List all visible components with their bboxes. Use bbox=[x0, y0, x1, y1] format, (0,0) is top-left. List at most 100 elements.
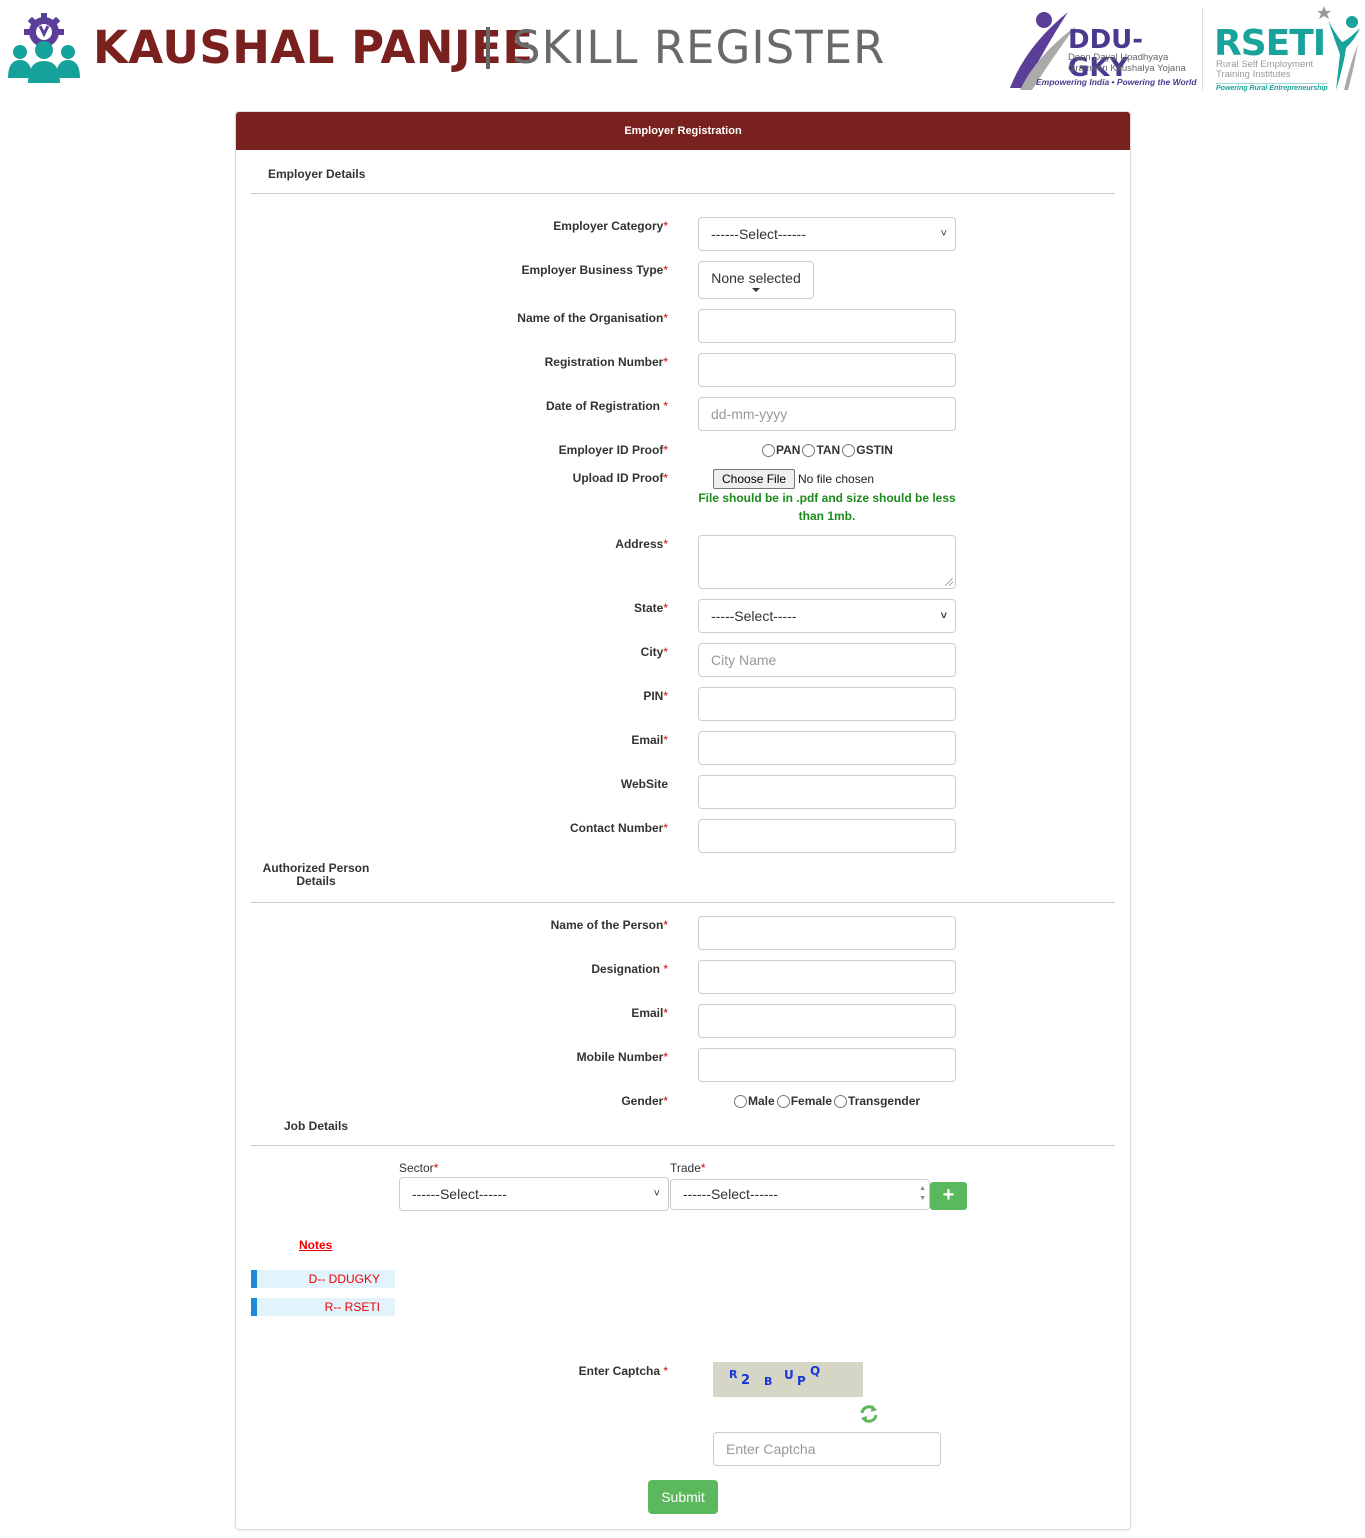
notes-title: Notes bbox=[299, 1238, 333, 1252]
radio-transgender[interactable] bbox=[834, 1094, 848, 1108]
radio-label-pan: PAN bbox=[776, 443, 801, 457]
label-gender: Gender* bbox=[621, 1094, 668, 1108]
label-person-name: Name of the Person* bbox=[550, 918, 668, 932]
rseti-tagline: Powering Rural Entrepreneurship bbox=[1216, 83, 1328, 92]
trade-select[interactable]: ------Select------ ▲ ▼ bbox=[670, 1179, 930, 1210]
pin-input[interactable] bbox=[698, 687, 956, 721]
label-state: State* bbox=[633, 601, 668, 615]
employer-category-select[interactable]: ------Select------ ˅ bbox=[698, 217, 956, 251]
label-mobile-number: Mobile Number* bbox=[576, 1050, 668, 1064]
section-divider bbox=[251, 1145, 1115, 1146]
label-email: Email* bbox=[631, 733, 668, 747]
captcha-char: 2 bbox=[741, 1373, 751, 1388]
add-trade-button[interactable]: + bbox=[930, 1182, 967, 1210]
label-pin: PIN* bbox=[643, 689, 668, 703]
label-upload-id-proof: Upload ID Proof* bbox=[572, 471, 668, 485]
org-name-input[interactable] bbox=[698, 309, 956, 343]
ddugky-line1: Deen Dayal Upadhyaya bbox=[1068, 52, 1169, 63]
note-item: D-- DDUGKY bbox=[251, 1270, 395, 1288]
person-name-input[interactable] bbox=[698, 916, 956, 950]
radio-label-male: Male bbox=[748, 1094, 775, 1108]
captcha-char: Q bbox=[810, 1364, 821, 1378]
rseti-figure-icon bbox=[1318, 6, 1360, 90]
rseti-logo: RSETI Rural Self Employment Training Ins… bbox=[1212, 4, 1362, 94]
gender-radio-group: Male Female Transgender bbox=[732, 1094, 920, 1108]
reg-number-input[interactable] bbox=[698, 353, 956, 387]
captcha-char: B bbox=[764, 1375, 773, 1388]
label-contact-number: Contact Number* bbox=[569, 821, 668, 835]
email-input[interactable] bbox=[698, 731, 956, 765]
rseti-line2: Training Institutes bbox=[1216, 69, 1291, 80]
label-reg-number: Registration Number* bbox=[544, 355, 668, 369]
resize-handle-icon[interactable] bbox=[945, 578, 953, 586]
label-city: City* bbox=[640, 645, 668, 659]
kaushal-panjee-logo-icon bbox=[8, 13, 80, 83]
logo-divider bbox=[1202, 8, 1203, 90]
section-authorized-person: Authorized Person Details bbox=[262, 861, 370, 888]
label-captcha: Enter Captcha * bbox=[578, 1364, 668, 1378]
contact-number-input[interactable] bbox=[698, 819, 956, 853]
caret-down-icon bbox=[752, 288, 760, 292]
label-trade: Trade* bbox=[670, 1161, 706, 1175]
person-email-input[interactable] bbox=[698, 1004, 956, 1038]
website-input[interactable] bbox=[698, 775, 956, 809]
radio-label-gstin: GSTIN bbox=[856, 443, 893, 457]
registration-panel: Employer Registration bbox=[235, 111, 1131, 1530]
captcha-image: R 2 B U P Q bbox=[713, 1362, 863, 1397]
captcha-char: R bbox=[729, 1368, 738, 1381]
radio-male[interactable] bbox=[734, 1094, 747, 1108]
section-divider bbox=[251, 193, 1115, 194]
captcha-char: P bbox=[797, 1374, 806, 1388]
label-website: WebSite bbox=[620, 777, 668, 791]
label-reg-date: Date of Registration * bbox=[545, 399, 668, 413]
chevron-down-icon: ˅ bbox=[653, 1188, 660, 1200]
radio-label-transgender: Transgender bbox=[848, 1094, 921, 1108]
ddugky-line2: Grameen Kaushalya Yojana bbox=[1068, 63, 1186, 74]
label-org-name: Name of the Organisation* bbox=[517, 311, 668, 325]
brand-divider bbox=[486, 27, 490, 69]
city-input[interactable]: City Name bbox=[698, 643, 956, 677]
radio-gstin[interactable] bbox=[842, 443, 856, 457]
radio-label-tan: TAN bbox=[816, 443, 841, 457]
radio-tan[interactable] bbox=[802, 443, 816, 457]
section-employer-details: Employer Details bbox=[268, 167, 366, 181]
chevron-down-icon: ˅ bbox=[940, 228, 947, 240]
rseti-title: RSETI bbox=[1214, 23, 1326, 64]
brand-title: KAUSHAL PANJEE bbox=[93, 21, 534, 74]
sector-select[interactable]: ------Select------ ˅ bbox=[399, 1177, 669, 1211]
radio-pan[interactable] bbox=[762, 443, 775, 457]
business-type-multiselect[interactable]: None selected bbox=[698, 261, 814, 299]
mobile-number-input[interactable] bbox=[698, 1048, 956, 1082]
captcha-input[interactable]: Enter Captcha bbox=[713, 1432, 941, 1466]
section-divider bbox=[251, 902, 1115, 903]
label-business-type: Employer Business Type* bbox=[521, 263, 669, 277]
file-status: No file chosen bbox=[798, 472, 875, 486]
label-designation: Designation * bbox=[591, 962, 668, 976]
scroll-arrows-icon[interactable]: ▲ ▼ bbox=[919, 1184, 926, 1204]
state-select[interactable]: -----Select----- ˅ bbox=[698, 599, 956, 633]
submit-button[interactable]: Submit bbox=[648, 1480, 718, 1514]
choose-file-button[interactable]: Choose File bbox=[713, 469, 796, 489]
chevron-down-icon: ˅ bbox=[940, 610, 947, 622]
captcha-char: U bbox=[784, 1368, 794, 1382]
reg-date-input[interactable]: dd-mm-yyyy bbox=[698, 397, 956, 431]
label-address: Address* bbox=[615, 537, 668, 551]
label-id-proof: Employer ID Proof* bbox=[558, 443, 668, 457]
radio-female[interactable] bbox=[776, 1094, 790, 1108]
panel-title: Employer Registration bbox=[236, 112, 1130, 150]
radio-label-female: Female bbox=[790, 1094, 833, 1108]
file-hint: File should be in .pdf and size should b… bbox=[698, 491, 956, 523]
label-person-email: Email* bbox=[631, 1006, 668, 1020]
refresh-captcha-icon[interactable] bbox=[858, 1403, 880, 1425]
label-employer-category: Employer Category* bbox=[553, 219, 668, 233]
designation-input[interactable] bbox=[698, 960, 956, 994]
label-sector: Sector* bbox=[399, 1161, 439, 1175]
note-item: R-- RSETI bbox=[251, 1298, 395, 1316]
address-textarea[interactable] bbox=[698, 535, 956, 589]
section-job-details: Job Details bbox=[284, 1119, 349, 1133]
id-proof-radio-group: PAN TAN GSTIN bbox=[760, 443, 893, 457]
brand-subtitle: SKILL REGISTER bbox=[512, 21, 886, 74]
site-header: KAUSHAL PANJEE SKILL REGISTER DDU-GKY De… bbox=[0, 0, 1365, 100]
ddugky-logo: DDU-GKY Deen Dayal Upadhyaya Grameen Kau… bbox=[1006, 6, 1197, 94]
ddugky-tagline: Empowering India • Powering the World bbox=[1036, 77, 1197, 87]
